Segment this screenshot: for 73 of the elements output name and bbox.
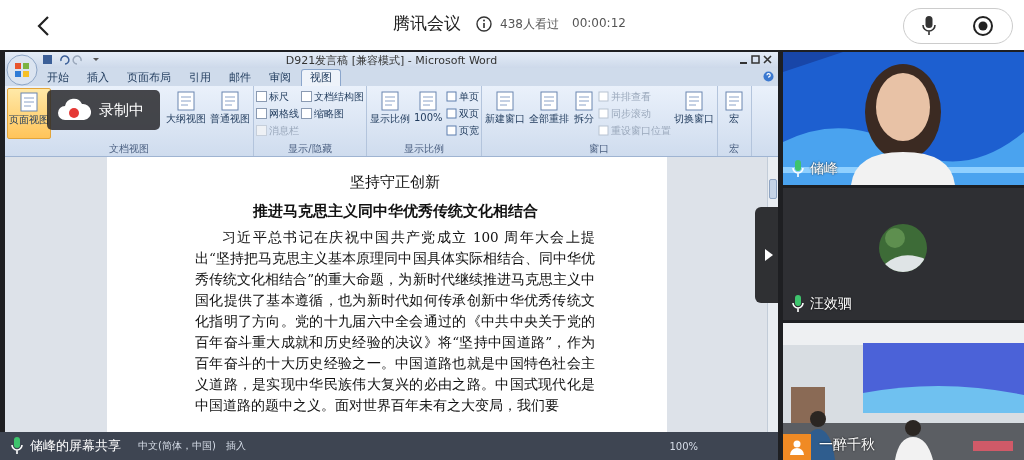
page-icon [445, 91, 457, 102]
ribbon-tab[interactable]: 审阅 [261, 70, 299, 86]
microphone-icon[interactable] [922, 15, 936, 37]
ribbon-checkbox[interactable]: 网格线 [256, 105, 299, 122]
ribbon-tab[interactable]: 邮件 [221, 70, 259, 86]
page-icon [597, 125, 609, 136]
window-title: D921发言稿 [兼容模式] - Microsoft Word [285, 52, 498, 68]
ribbon-button[interactable]: 双页 [445, 105, 479, 122]
group-label: 窗口 [588, 142, 611, 156]
collapse-tab[interactable] [755, 207, 778, 303]
person-icon [789, 439, 805, 455]
document-heading: 坚持守正创新 [349, 173, 441, 192]
ribbon-tab[interactable]: 开始 [39, 70, 77, 86]
document-paragraph: 习近平总书记在庆祝中国共产党成立 100 周年大会上提出“坚持把马克思主义基本原理同中国具体实际相结合、同中华优秀传统文化相结合”的重大命题，为新时代继续推进马克思主义中国化提供了基本遵循，也为新时代如何传承创新中华优秀传统文化指明了方向。党的十九届六中全会通过的《中共中央关于党的百年奋斗重大成就和历史经验的决议》将“坚持中国道路”，作为百年奋斗的十大历史经验之一。中国道路也就是中国特色社会主义道路，是实现中华民族伟大复兴的必由之路。中国式现代化是中国道路的题中之义。面对世界百年未有之大变局，我们要 [195, 228, 595, 415]
group-label: 文档视图 [108, 142, 150, 156]
elapsed-time: 00:00:12 [572, 16, 626, 30]
ribbon-button[interactable]: 新建窗口 [483, 88, 526, 139]
status-text: 插入 [225, 439, 246, 453]
ribbon-button[interactable]: 普通视图 [209, 88, 251, 139]
group-label: 显示/隐藏 [287, 142, 333, 156]
participant-name: 一醉千秋 [819, 436, 875, 454]
zoom-level: 100% [669, 440, 698, 452]
document-icon [219, 90, 241, 112]
back-icon[interactable] [36, 15, 50, 37]
document-icon [723, 90, 746, 112]
status-text: 中文(简体，中国) [138, 439, 216, 453]
ribbon-tab[interactable]: 引用 [181, 70, 219, 86]
document-icon [18, 91, 40, 113]
meeting-title: 腾讯会议 [393, 12, 461, 35]
page-icon [445, 108, 457, 119]
group-label: 显示比例 [402, 142, 445, 156]
scrollbar-thumb[interactable] [769, 179, 777, 199]
quick-access-toolbar-icon[interactable] [41, 53, 101, 66]
ribbon-button[interactable]: 100% [413, 88, 444, 139]
recording-label: 录制中 [99, 100, 144, 120]
help-icon[interactable] [763, 71, 774, 82]
page-icon [445, 125, 457, 136]
document-icon [379, 90, 401, 112]
cloud-icon [57, 98, 91, 122]
page-icon [597, 108, 609, 119]
info-icon[interactable] [476, 16, 492, 32]
ribbon-button[interactable]: 单页 [445, 88, 479, 105]
microphone-icon [791, 294, 805, 314]
ribbon-button[interactable]: 全部重排 [527, 88, 570, 139]
document-icon [417, 90, 440, 112]
viewer-count: 438人看过 [500, 16, 559, 33]
microphone-icon [10, 436, 24, 456]
document-icon [493, 90, 516, 112]
triangle-icon [764, 248, 774, 262]
ribbon-checkbox[interactable]: 缩略图 [301, 105, 364, 122]
document-icon [682, 90, 705, 112]
participant-name: 汪效驷 [810, 295, 852, 313]
document-subheading: 推进马克思主义同中华优秀传统文化相结合 [251, 202, 539, 221]
ribbon-button[interactable]: 显示比例 [369, 88, 411, 139]
window-controls-icon[interactable] [738, 54, 774, 66]
ribbon-tab[interactable]: 视图 [301, 69, 341, 86]
ribbon-button[interactable]: 大纲视图 [165, 88, 207, 139]
ribbon-tab[interactable]: 页面布局 [119, 70, 179, 86]
ribbon-button[interactable]: 宏 [719, 88, 749, 139]
ribbon-button[interactable]: 页宽 [445, 122, 479, 139]
document-icon [572, 90, 595, 112]
page-icon [597, 91, 609, 102]
ribbon-button[interactable]: 拆分 [571, 88, 596, 139]
microphone-icon [791, 159, 805, 179]
document-icon [537, 90, 560, 112]
ribbon-tab[interactable]: 插入 [79, 70, 117, 86]
ribbon-checkbox[interactable]: 文档结构图 [301, 88, 364, 105]
group-label: 宏 [728, 142, 741, 156]
ribbon-checkbox[interactable]: 标尺 [256, 88, 299, 105]
ribbon-button[interactable]: 切换窗口 [672, 88, 715, 139]
screen-share-label: 储峰的屏幕共享 [30, 437, 121, 455]
record-icon[interactable] [972, 15, 994, 37]
document-icon [175, 90, 197, 112]
